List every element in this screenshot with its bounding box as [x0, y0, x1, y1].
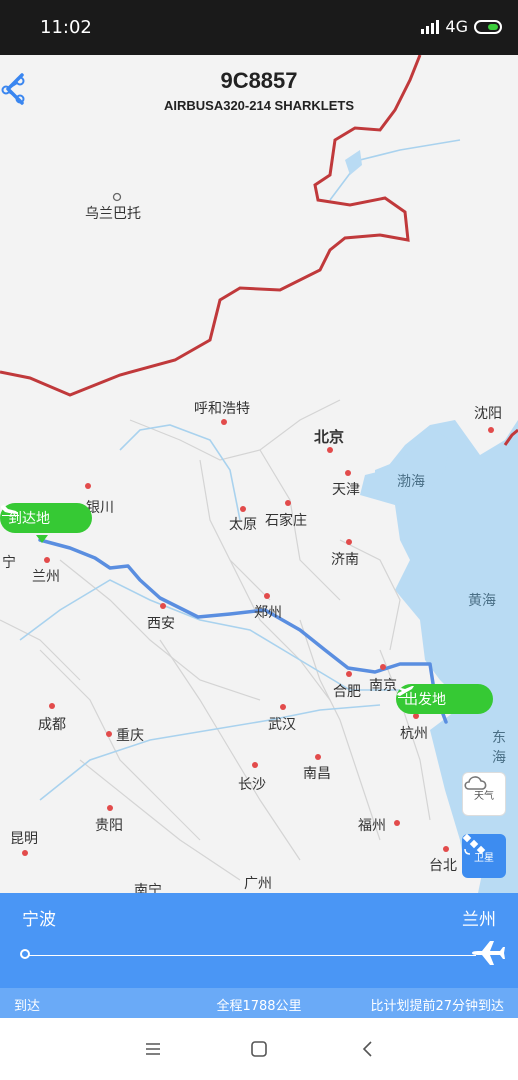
city-label: 北京 [314, 428, 345, 446]
city-label: 合肥 [333, 684, 361, 700]
status-bar: 11:02 4G [0, 0, 518, 55]
arrival-delay-info: 比计划提前27分钟到达 [370, 999, 504, 1014]
back-button[interactable] [355, 1036, 381, 1062]
arrival-tag-pointer [36, 535, 48, 543]
arrival-tag[interactable]: 到达地 [0, 503, 92, 533]
city-label: 武汉 [268, 717, 296, 733]
destination-city: 兰州 [462, 910, 496, 930]
city-label: 太原 [229, 517, 257, 533]
sea-label: 黄海 [468, 593, 496, 609]
menu-button[interactable] [140, 1036, 166, 1062]
city-label: 郑州 [254, 605, 282, 621]
origin-city: 宁波 [22, 910, 56, 930]
signal-icon [421, 19, 440, 34]
city-label: 乌兰巴托 [85, 206, 141, 222]
city-label: 南昌 [303, 766, 331, 782]
progress-track [26, 955, 476, 956]
menu-icon [146, 1043, 160, 1055]
sea-label: 渤海 [397, 474, 425, 490]
home-button[interactable] [246, 1036, 272, 1062]
airplane-icon [472, 941, 505, 965]
city-label: 天津 [332, 482, 360, 498]
city-label: 宁 [2, 555, 16, 571]
plane-takeoff-icon [397, 686, 415, 698]
chevron-left-icon [362, 1041, 372, 1057]
network-type: 4G [445, 17, 468, 36]
origin-dot [20, 949, 30, 959]
city-label: 成都 [38, 717, 66, 733]
city-label: 兰州 [32, 569, 60, 585]
city-label: 济南 [331, 552, 359, 568]
battery-icon [474, 19, 502, 34]
aircraft-model: AIRBUSA320-214 SHARKLETS [164, 98, 354, 113]
lake [345, 150, 362, 175]
status-time: 11:02 [40, 17, 92, 38]
city-label: 沈阳 [474, 406, 502, 422]
city-label: 重庆 [116, 728, 144, 744]
city-label: 广州 [244, 876, 272, 892]
flight-number: 9C8857 [220, 68, 298, 93]
trip-summary-bar: 到达 全程1788公里 比计划提前27分钟到达 [0, 988, 518, 1018]
satellite-button[interactable]: 卫星 [462, 834, 506, 878]
city-label: 石家庄 [265, 513, 307, 529]
weather-button[interactable]: 天气 [462, 772, 506, 816]
city-label: 长沙 [238, 777, 266, 793]
city-label: 福州 [358, 818, 386, 834]
navigation-bar [0, 1018, 518, 1080]
map-view[interactable]: 乌兰巴托 呼和浩特 北京 沈阳 银川 天津 太原 石家庄 宁 兰州 济南 西安 … [0, 55, 518, 893]
city-label: 西安 [147, 616, 175, 632]
departure-tag[interactable]: 出发地 [396, 684, 493, 714]
sea-label: 东海 [492, 730, 506, 766]
city-label: 贵阳 [95, 818, 123, 834]
status-icons: 4G [421, 17, 502, 36]
cloud-icon [464, 776, 487, 790]
square-icon [251, 1041, 267, 1057]
city-label: 南京 [369, 678, 397, 694]
city-label: 杭州 [400, 726, 428, 742]
city-label: 南宁 [134, 883, 162, 893]
city-label: 呼和浩特 [194, 401, 250, 417]
satellite-icon [462, 834, 486, 855]
city-label: 台北 [429, 858, 457, 874]
map-graphics [0, 55, 518, 893]
plane-landing-icon [1, 505, 19, 516]
city-label: 昆明 [10, 831, 38, 847]
trip-panel: 宁波 兰州 到达 全程1788公里 比计划提前27分钟到达 [0, 893, 518, 1018]
